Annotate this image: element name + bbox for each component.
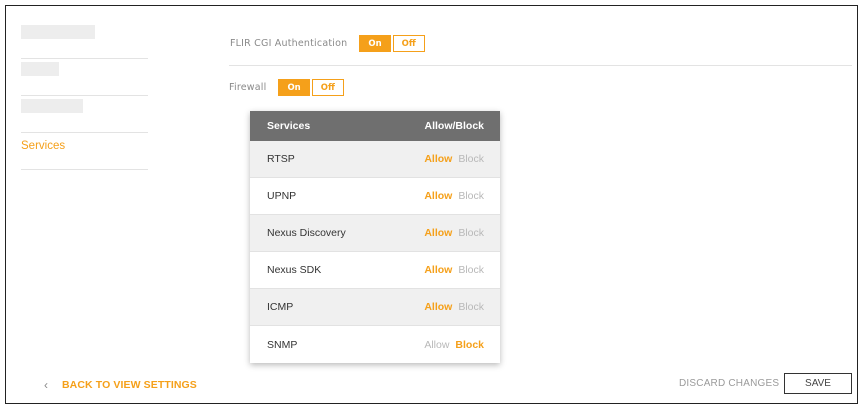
table-row: Nexus SDK Allow Block — [250, 252, 500, 289]
cgi-auth-on-button[interactable]: On — [359, 35, 391, 52]
block-button[interactable]: Block — [458, 227, 484, 239]
table-row: UPNP Allow Block — [250, 178, 500, 215]
firewall-label: Firewall — [229, 82, 267, 93]
service-name: SNMP — [267, 338, 298, 351]
firewall-toggle: On Off — [278, 79, 344, 96]
service-name: Nexus SDK — [267, 264, 322, 276]
firewall-setting: Firewall On Off — [229, 79, 344, 96]
cgi-auth-off-button[interactable]: Off — [392, 35, 425, 52]
table-row: SNMP Allow Block — [250, 326, 500, 363]
sidebar: Services — [21, 22, 148, 170]
cgi-auth-setting: FLIR CGI Authentication On Off — [230, 35, 425, 52]
block-button[interactable]: Block — [458, 264, 484, 276]
block-button[interactable]: Block — [458, 153, 484, 165]
allow-block-toggle: Allow Block — [424, 190, 484, 202]
save-button[interactable]: SAVE — [784, 373, 852, 394]
divider — [229, 65, 852, 66]
back-to-view-settings-link[interactable]: ‹ BACK TO VIEW SETTINGS — [44, 378, 197, 392]
block-button[interactable]: Block — [455, 339, 484, 351]
sidebar-item-placeholder — [21, 25, 95, 39]
allow-block-toggle: Allow Block — [424, 301, 484, 313]
block-button[interactable]: Block — [458, 301, 484, 313]
allow-button[interactable]: Allow — [424, 264, 452, 276]
services-table: Services Allow/Block RTSP Allow Block UPNP A… — [250, 111, 500, 363]
services-table-header: Services Allow/Block — [250, 111, 500, 141]
block-button[interactable]: Block — [458, 190, 484, 202]
sidebar-item-label: Services — [21, 140, 66, 152]
sidebar-item-placeholder — [21, 99, 83, 113]
service-name: ICMP — [267, 301, 294, 313]
discard-changes-button[interactable]: DISCARD CHANGES — [679, 378, 779, 389]
back-label: BACK TO VIEW SETTINGS — [62, 379, 197, 391]
service-name: UPNP — [267, 190, 297, 202]
table-row: ICMP Allow Block — [250, 289, 500, 326]
cgi-auth-toggle: On Off — [359, 35, 425, 52]
chevron-left-icon: ‹ — [44, 378, 48, 392]
services-column-header: Services — [267, 120, 311, 132]
sidebar-item-1[interactable] — [21, 22, 148, 59]
firewall-on-button[interactable]: On — [278, 79, 310, 96]
firewall-off-button[interactable]: Off — [311, 79, 344, 96]
allow-button[interactable]: Allow — [424, 339, 449, 351]
allow-button[interactable]: Allow — [424, 190, 452, 202]
table-row: RTSP Allow Block — [250, 141, 500, 178]
allow-block-toggle: Allow Block — [424, 153, 484, 165]
sidebar-item-2[interactable] — [21, 59, 148, 96]
sidebar-item-placeholder — [21, 62, 59, 76]
sidebar-item-3[interactable] — [21, 96, 148, 133]
allow-block-column-header: Allow/Block — [424, 120, 484, 132]
allow-button[interactable]: Allow — [424, 227, 452, 239]
table-row: Nexus Discovery Allow Block — [250, 215, 500, 252]
allow-button[interactable]: Allow — [424, 301, 452, 313]
allow-button[interactable]: Allow — [424, 153, 452, 165]
service-name: RTSP — [267, 153, 295, 165]
allow-block-toggle: Allow Block — [424, 264, 484, 276]
allow-block-toggle: Allow Block — [424, 227, 484, 239]
service-name: Nexus Discovery — [267, 227, 346, 239]
sidebar-item-services[interactable]: Services — [21, 133, 148, 170]
cgi-auth-label: FLIR CGI Authentication — [230, 38, 348, 49]
allow-block-toggle: Allow Block — [424, 339, 484, 351]
